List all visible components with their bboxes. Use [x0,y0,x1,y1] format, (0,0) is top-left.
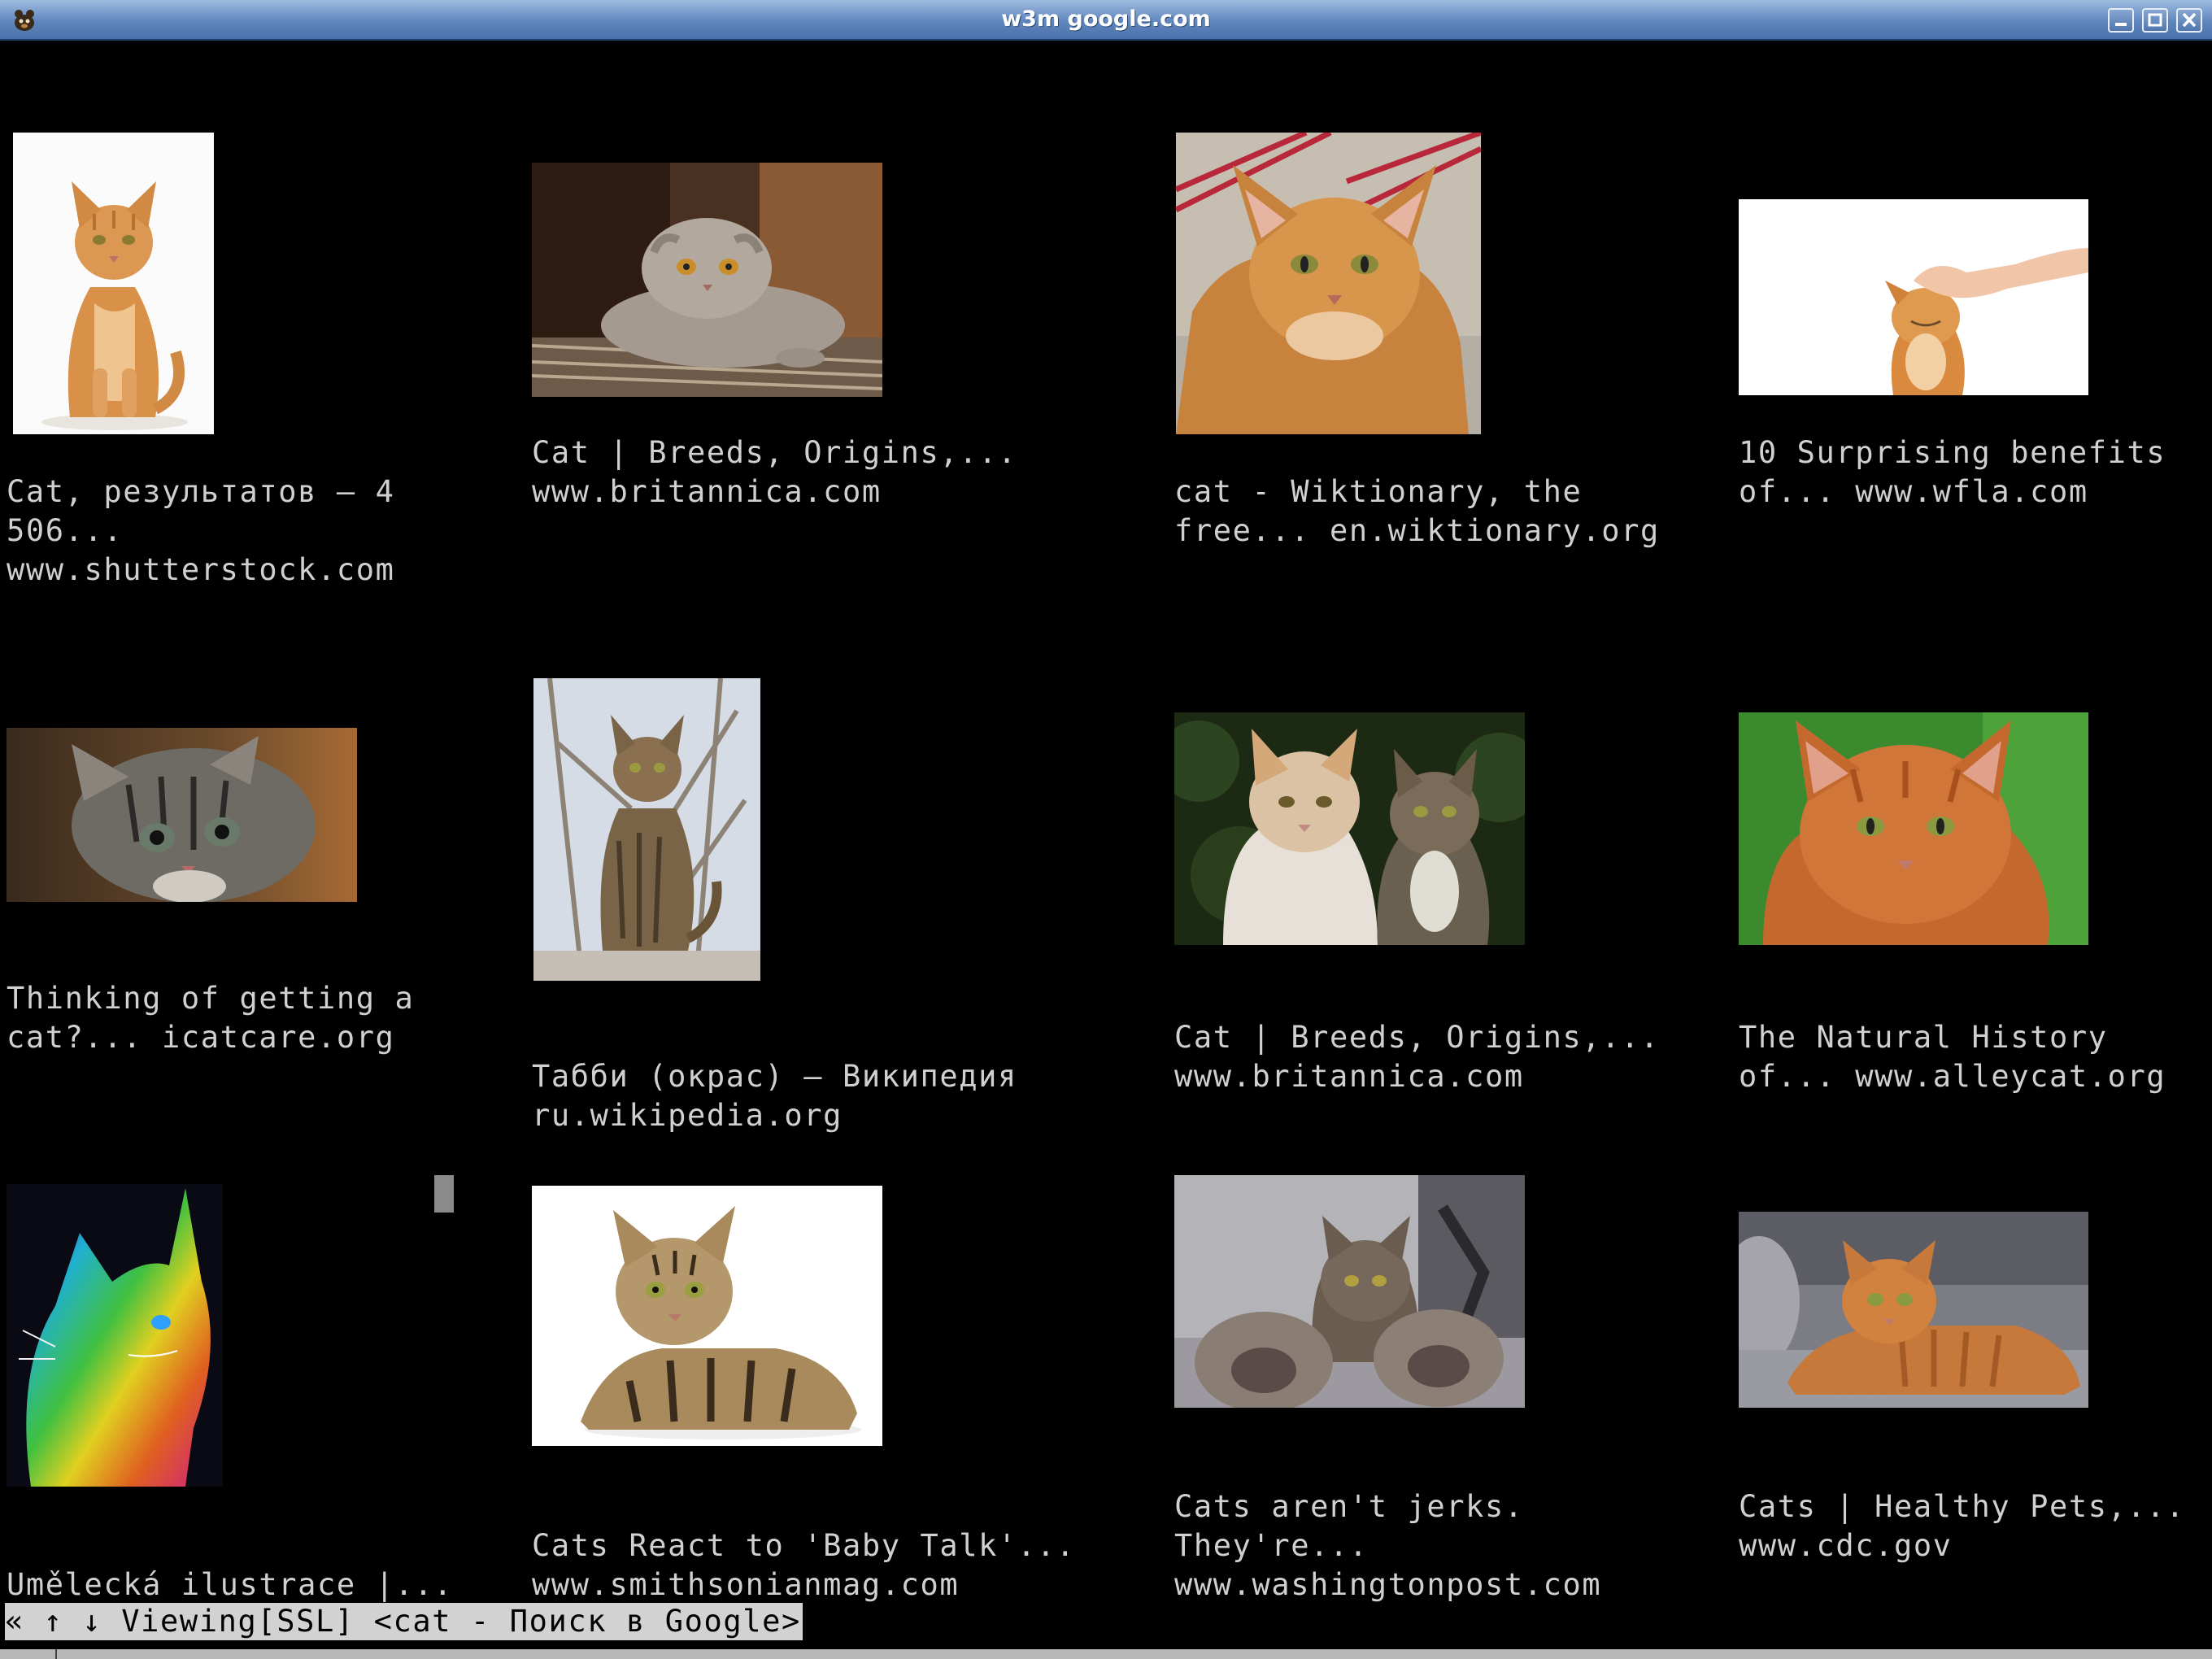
result-image-4[interactable] [1739,199,2088,395]
result-caption-3[interactable]: cat - Wiktionary, the free... en.wiktion… [1174,472,1660,551]
minimize-icon[interactable] [2108,8,2134,33]
result-image-11[interactable] [1174,1175,1525,1408]
window-titlebar[interactable]: w3m google.com [0,0,2212,41]
result-image-12[interactable] [1739,1212,2088,1408]
window-title: w3m google.com [1001,7,1211,32]
result-caption-2[interactable]: Cat | Breeds, Origins,... www.britannica… [532,433,1017,512]
maximize-icon[interactable] [2142,8,2168,33]
result-caption-12[interactable]: Cats | Healthy Pets,... www.cdc.gov [1739,1487,2185,1565]
result-image-3[interactable] [1176,133,1481,434]
result-image-7[interactable] [1174,712,1525,945]
result-image-10[interactable] [532,1186,882,1446]
result-caption-8[interactable]: The Natural History of... www.alleycat.o… [1739,1018,2166,1096]
text-cursor [434,1175,454,1213]
result-image-9[interactable] [7,1184,223,1487]
status-bar: « ↑ ↓ Viewing[SSL] <cat - Поиск в Google… [5,1603,803,1640]
result-caption-5[interactable]: Thinking of getting a cat?... icatcare.o… [7,979,414,1057]
result-image-6[interactable] [533,678,760,981]
result-caption-6[interactable]: Табби (окрас) — Википедия ru.wikipedia.o… [532,1057,1017,1135]
result-image-2[interactable] [532,163,882,397]
result-image-1[interactable] [13,133,214,434]
w3m-page-view[interactable]: Cat, результатов — 4 506... www.shutters… [0,41,2212,1659]
window-bottom-border [0,1649,2212,1659]
result-image-8[interactable] [1739,712,2088,945]
result-caption-10[interactable]: Cats React to 'Baby Talk'... www.smithso… [532,1526,1076,1605]
result-caption-11[interactable]: Cats aren't jerks. They're... www.washin… [1174,1487,1601,1605]
result-image-5[interactable] [7,728,357,902]
result-caption-4[interactable]: 10 Surprising benefits of... www.wfla.co… [1739,433,2166,512]
result-caption-1[interactable]: Cat, результатов — 4 506... www.shutters… [7,472,395,590]
close-icon[interactable] [2176,8,2202,33]
result-caption-7[interactable]: Cat | Breeds, Origins,... www.britannica… [1174,1018,1660,1096]
